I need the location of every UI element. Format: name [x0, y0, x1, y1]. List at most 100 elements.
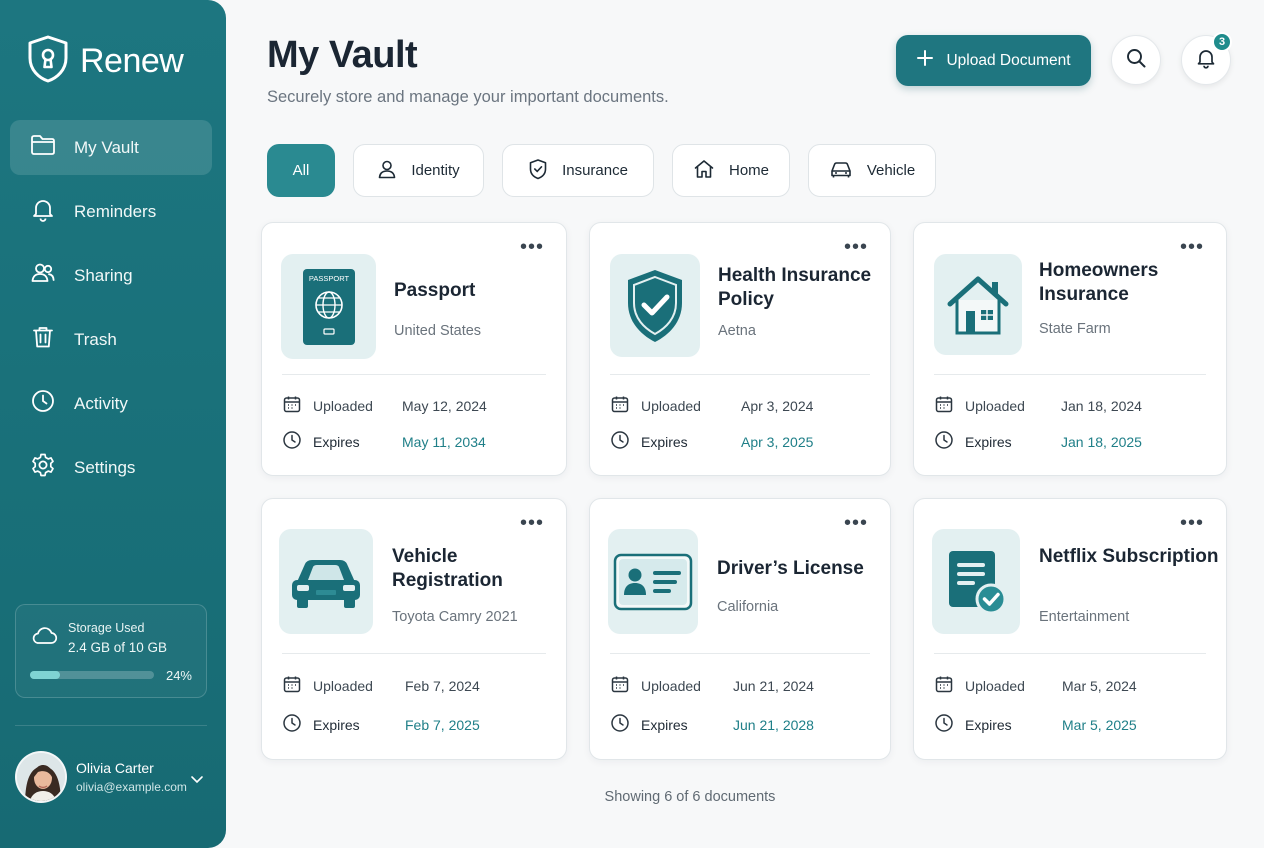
expires-label: Expires: [641, 434, 688, 450]
shield-keyhole-icon: [26, 34, 70, 89]
trash-icon: [30, 324, 56, 355]
document-title: Vehicle Registration: [392, 546, 503, 591]
uploaded-date: Mar 5, 2024: [1062, 678, 1137, 694]
filter-all[interactable]: All: [267, 144, 335, 197]
document-card-vehicle-registration[interactable]: Vehicle Registration Toyota Camry 2021 •…: [261, 498, 567, 760]
more-options-icon[interactable]: •••: [520, 237, 544, 257]
clock-icon: [610, 430, 630, 455]
document-card-health-insurance[interactable]: Health Insurance Policy Aetna ••• Upload…: [589, 222, 891, 476]
sidebar-item-label: Activity: [74, 393, 128, 413]
user-name: Olivia Carter: [76, 760, 154, 776]
folder-icon: [30, 133, 56, 162]
shield-icon: [528, 158, 548, 184]
expires-date: May 11, 2034: [402, 434, 486, 450]
search-button[interactable]: [1111, 35, 1161, 85]
document-subtitle: Toyota Camry 2021: [392, 609, 518, 625]
filter-home[interactable]: Home: [672, 144, 790, 197]
sidebar-item-settings[interactable]: Settings: [10, 440, 212, 495]
uploaded-row: Uploaded Feb 7, 2024: [282, 675, 546, 697]
expires-row: Expires Feb 7, 2025: [282, 713, 546, 738]
uploaded-date: Jun 21, 2024: [733, 678, 814, 694]
uploaded-label: Uploaded: [641, 678, 701, 694]
storage-percent: 24%: [165, 668, 192, 683]
filter-identity[interactable]: Identity: [353, 144, 484, 197]
more-options-icon[interactable]: •••: [1180, 237, 1204, 257]
sidebar-item-my-vault[interactable]: My Vault: [10, 120, 212, 175]
uploaded-label: Uploaded: [965, 398, 1025, 414]
document-check-icon: [932, 529, 1020, 634]
clock-icon: [30, 388, 56, 419]
cloud-icon: [30, 625, 58, 652]
more-options-icon[interactable]: •••: [844, 513, 868, 533]
expires-label: Expires: [313, 717, 360, 733]
expires-row: Expires Apr 3, 2025: [610, 430, 870, 455]
notifications-button[interactable]: 3: [1181, 32, 1232, 85]
sidebar-item-trash[interactable]: Trash: [10, 312, 212, 367]
card-divider: [282, 653, 546, 654]
more-options-icon[interactable]: •••: [520, 513, 544, 533]
id-card-icon: [608, 529, 698, 634]
person-icon: [377, 159, 397, 183]
bell-icon: [1195, 47, 1217, 74]
uploaded-label: Uploaded: [313, 678, 373, 694]
sidebar-divider: [15, 725, 207, 726]
uploaded-row: Uploaded Jan 18, 2024: [934, 395, 1206, 417]
storage-progress-fill: [30, 671, 60, 679]
document-subtitle: Entertainment: [1039, 609, 1130, 625]
uploaded-date: Apr 3, 2024: [741, 398, 814, 414]
shield-check-icon: [610, 254, 700, 357]
upload-document-label: Upload Document: [946, 51, 1071, 69]
document-card-homeowners-insurance[interactable]: Homeowners Insurance State Farm ••• Uplo…: [913, 222, 1227, 476]
document-title: Netflix Subscription: [1039, 546, 1219, 567]
document-subtitle: United States: [394, 323, 482, 339]
sidebar-item-activity[interactable]: Activity: [10, 376, 212, 431]
document-subtitle: California: [717, 599, 779, 615]
more-options-icon[interactable]: •••: [1180, 513, 1204, 533]
storage-amount: 2.4 GB of 10 GB: [68, 640, 168, 655]
uploaded-date: Feb 7, 2024: [405, 678, 480, 694]
uploaded-label: Uploaded: [965, 678, 1025, 694]
brand-name: Renew: [80, 42, 184, 80]
expires-date: Apr 3, 2025: [741, 434, 814, 450]
filter-label: Identity: [411, 162, 460, 179]
card-divider: [934, 374, 1206, 375]
expires-row: Expires Mar 5, 2025: [934, 713, 1206, 738]
document-title: Homeowners Insurance: [1039, 260, 1159, 305]
clock-icon: [610, 713, 630, 738]
sidebar-item-label: Settings: [74, 457, 136, 477]
document-title: Health Insurance Policy: [718, 265, 872, 310]
calendar-icon: [610, 394, 630, 419]
calendar-icon: [282, 394, 302, 419]
clock-icon: [282, 713, 302, 738]
expires-label: Expires: [965, 717, 1012, 733]
filter-vehicle[interactable]: Vehicle: [808, 144, 936, 197]
upload-document-button[interactable]: Upload Document: [896, 35, 1091, 86]
more-options-icon[interactable]: •••: [844, 237, 868, 257]
sidebar-item-label: Trash: [74, 329, 117, 349]
expires-date: Mar 5, 2025: [1062, 717, 1137, 733]
notification-badge: 3: [1212, 32, 1232, 52]
document-card-netflix-subscription[interactable]: Netflix Subscription Entertainment ••• U…: [913, 498, 1227, 760]
page-subtitle: Securely store and manage your important…: [267, 88, 669, 106]
expires-date: Feb 7, 2025: [405, 717, 480, 733]
user-email: olivia@example.com: [76, 780, 187, 794]
filter-insurance[interactable]: Insurance: [502, 144, 654, 197]
clock-icon: [934, 430, 954, 455]
storage-title: Storage Used: [68, 621, 145, 635]
storage-progress-bar: [30, 671, 154, 679]
expires-row: Expires Jan 18, 2025: [934, 430, 1206, 455]
clock-icon: [282, 430, 302, 455]
car-icon: [279, 529, 373, 634]
document-card-passport[interactable]: PASSPORT Passport United States ••• Uplo…: [261, 222, 567, 476]
user-profile[interactable]: Olivia Carter olivia@example.com: [15, 749, 210, 805]
document-card-drivers-license[interactable]: Driver’s License California ••• Uploaded…: [589, 498, 891, 760]
clock-icon: [934, 713, 954, 738]
card-divider: [610, 653, 870, 654]
gear-icon: [30, 452, 56, 483]
brand[interactable]: Renew: [26, 34, 184, 89]
sidebar-item-label: My Vault: [74, 137, 139, 157]
expires-label: Expires: [965, 434, 1012, 450]
sidebar-item-sharing[interactable]: Sharing: [10, 248, 212, 303]
chevron-down-icon[interactable]: [190, 771, 204, 789]
sidebar-item-reminders[interactable]: Reminders: [10, 184, 212, 239]
